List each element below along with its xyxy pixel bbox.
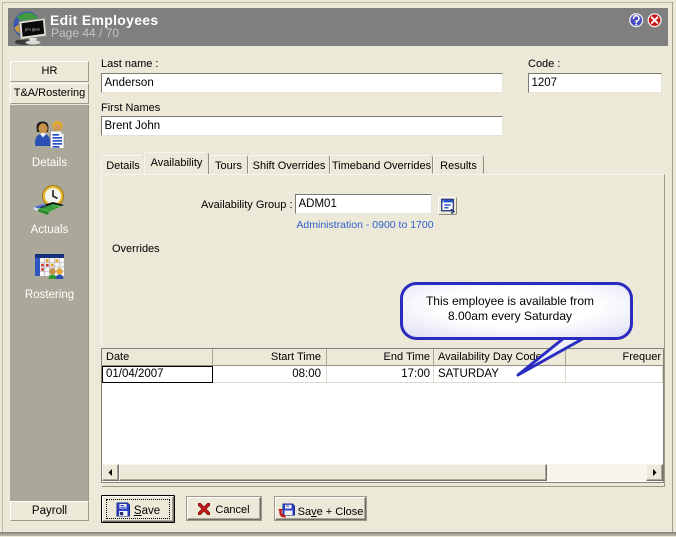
svg-text:pro gear: pro gear — [25, 27, 41, 32]
